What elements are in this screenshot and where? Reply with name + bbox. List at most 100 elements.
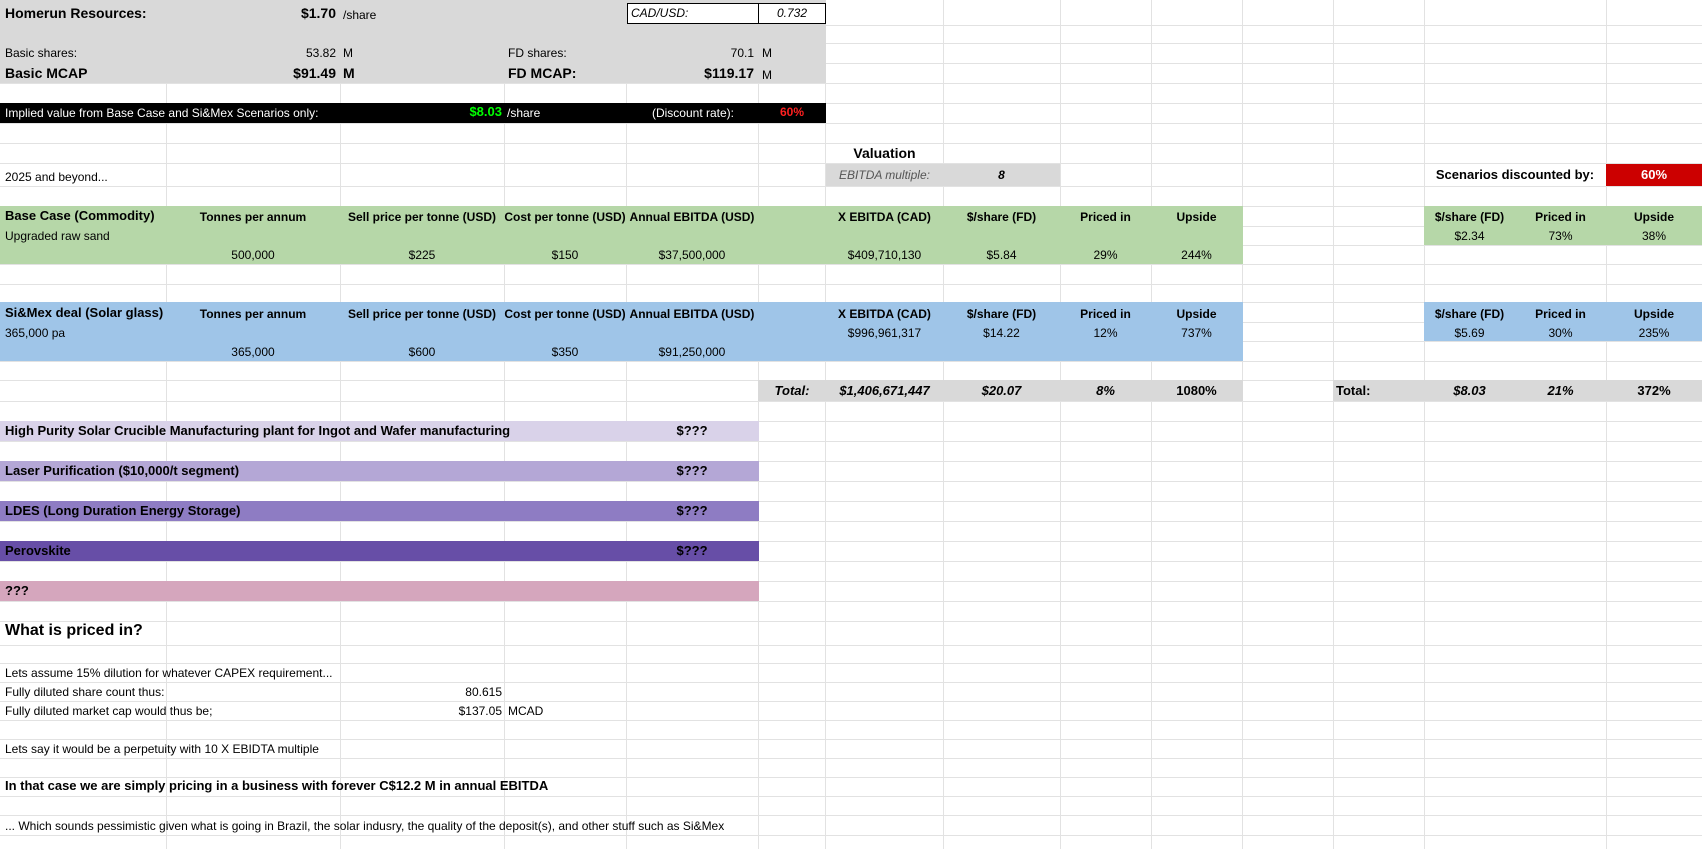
disc-priced-in-header: Priced in xyxy=(1535,210,1586,224)
fd-mcap-note-unit: MCAD xyxy=(508,704,544,718)
implied-unit: /share xyxy=(507,106,541,120)
fd-share-count-value: 80.615 xyxy=(465,685,502,699)
base-disc-per-share: $2.34 xyxy=(1454,229,1485,243)
simex-upside: 737% xyxy=(1181,326,1212,340)
basic-shares-label: Basic shares: xyxy=(5,46,78,60)
discount-rate-value[interactable]: 60% xyxy=(758,103,826,121)
col-priced-in-header: Priced in xyxy=(1080,210,1131,224)
opportunity-label: High Purity Solar Crucible Manufacturing… xyxy=(5,423,511,438)
base-x-ebitda: $409,710,130 xyxy=(847,248,922,262)
total-label: Total: xyxy=(774,383,810,398)
ebitda-multiple-value[interactable]: 8 xyxy=(943,166,1060,184)
opportunity-band xyxy=(0,581,759,601)
fx-value[interactable]: 0.732 xyxy=(758,3,826,24)
simex-col-sell-header: Sell price per tonne (USD) xyxy=(347,307,497,321)
simex-priced-in: 12% xyxy=(1093,326,1118,340)
simex-col-x-ebitda-header: X EBITDA (CAD) xyxy=(838,307,931,321)
opportunity-label: Laser Purification ($10,000/t segment) xyxy=(5,463,240,478)
base-disc-priced-in: 73% xyxy=(1548,229,1573,243)
base-sell[interactable]: $225 xyxy=(340,246,504,264)
col-per-share-header: $/share (FD) xyxy=(966,210,1037,224)
simex-col-cost-header: Cost per tonne (USD) xyxy=(504,307,626,321)
basic-shares-unit: M xyxy=(343,46,353,60)
simex-disc-upside: 235% xyxy=(1638,326,1670,340)
discount-rate-label: (Discount rate): xyxy=(651,106,734,120)
share-price: $1.70 xyxy=(300,5,336,21)
fd-shares-unit: M xyxy=(762,46,772,60)
col-cost-header: Cost per tonne (USD) xyxy=(504,210,626,224)
scenarios-discount-value[interactable]: 60% xyxy=(1606,166,1702,184)
scenarios-discount-label: Scenarios discounted by: xyxy=(1435,167,1595,182)
valuation-title: Valuation xyxy=(853,145,916,161)
perpetuity-note: Lets say it would be a perpetuity with 1… xyxy=(5,742,319,756)
simex-col-priced-in-header: Priced in xyxy=(1080,307,1131,321)
base-per-share: $5.84 xyxy=(986,248,1017,262)
implied-label: Implied value from Base Case and Si&Mex … xyxy=(5,106,319,120)
dilution-note: Lets assume 15% dilution for whatever CA… xyxy=(5,666,333,680)
simex-disc-per-share-header: $/share (FD) xyxy=(1434,307,1505,321)
pricing-conclusion: In that case we are simply pricing in a … xyxy=(5,778,549,793)
disc-upside-header: Upside xyxy=(1633,210,1674,224)
col-ebitda-header: Annual EBITDA (USD) xyxy=(629,210,755,224)
total-upside: 1080% xyxy=(1176,383,1217,398)
opportunity-value: $??? xyxy=(676,463,708,478)
disc-per-share-header: $/share (FD) xyxy=(1434,210,1505,224)
disc-total-priced-in: 21% xyxy=(1547,383,1574,398)
base-case-subtitle: Upgraded raw sand xyxy=(5,229,110,243)
simex-tonnes[interactable]: 365,000 xyxy=(166,343,340,361)
share-price-unit: /share xyxy=(343,8,377,22)
base-tonnes[interactable]: 500,000 xyxy=(166,246,340,264)
base-upside: 244% xyxy=(1181,248,1212,262)
implied-value: $8.03 xyxy=(469,104,502,119)
company-name: Homerun Resources: xyxy=(5,5,147,21)
base-case-title: Base Case (Commodity) xyxy=(5,208,155,223)
fd-mcap-value: $119.17 xyxy=(704,65,754,81)
fd-mcap-note-value: $137.05 xyxy=(458,704,502,718)
opportunity-value: $??? xyxy=(676,503,708,518)
opportunity-label: ??? xyxy=(5,583,29,598)
fd-mcap-label: FD MCAP: xyxy=(508,65,577,81)
total-priced-in: 8% xyxy=(1096,383,1115,398)
priced-in-title: What is priced in? xyxy=(5,622,143,639)
col-upside-header: Upside xyxy=(1176,210,1217,224)
basic-mcap-label: Basic MCAP xyxy=(5,65,88,81)
base-priced-in: 29% xyxy=(1093,248,1118,262)
fd-shares-value: 70.1 xyxy=(730,46,754,60)
opportunity-value: $??? xyxy=(676,423,708,438)
ebitda-multiple-label: EBITDA multiple: xyxy=(839,168,930,182)
header-band-empty xyxy=(0,25,826,43)
pessimism-note: ... Which sounds pessimistic given what … xyxy=(5,819,725,833)
total-per-share: $20.07 xyxy=(981,383,1022,398)
basic-mcap-value: $91.49 xyxy=(293,65,336,81)
simex-per-share: $14.22 xyxy=(983,326,1020,340)
simex-col-per-share-header: $/share (FD) xyxy=(966,307,1037,321)
period-label: 2025 and beyond... xyxy=(5,170,108,184)
simex-subtitle: 365,000 pa xyxy=(5,326,66,340)
col-sell-header: Sell price per tonne (USD) xyxy=(347,210,497,224)
simex-ebitda: $91,250,000 xyxy=(658,345,726,359)
simex-cost[interactable]: $350 xyxy=(504,343,626,361)
col-x-ebitda-header: X EBITDA (CAD) xyxy=(838,210,931,224)
simex-disc-priced-in: 30% xyxy=(1548,326,1573,340)
base-cost[interactable]: $150 xyxy=(504,246,626,264)
opportunity-value: $??? xyxy=(676,543,708,558)
opportunity-label: Perovskite xyxy=(5,543,71,558)
simex-x-ebitda: $996,961,317 xyxy=(847,326,922,340)
fd-shares-label: FD shares: xyxy=(508,46,567,60)
base-ebitda: $37,500,000 xyxy=(658,248,726,262)
basic-mcap-unit: M xyxy=(343,65,355,81)
opportunity-label: LDES (Long Duration Energy Storage) xyxy=(5,503,241,518)
disc-total-label: Total: xyxy=(1336,383,1371,398)
disc-total-per-share: $8.03 xyxy=(1453,383,1486,398)
fd-mcap-unit: M xyxy=(762,68,772,82)
simex-disc-per-share: $5.69 xyxy=(1454,326,1485,340)
simex-disc-upside-header: Upside xyxy=(1633,307,1674,321)
basic-shares-value: 53.82 xyxy=(305,46,336,60)
simex-title: Si&Mex deal (Solar glass) xyxy=(5,305,164,320)
simex-sell[interactable]: $600 xyxy=(340,343,504,361)
col-tonnes-header: Tonnes per annum xyxy=(199,210,307,224)
simex-col-upside-header: Upside xyxy=(1176,307,1217,321)
fd-share-count-label: Fully diluted share count thus: xyxy=(5,685,165,699)
base-disc-upside: 38% xyxy=(1641,229,1667,243)
fx-label: CAD/USD: xyxy=(627,3,759,24)
